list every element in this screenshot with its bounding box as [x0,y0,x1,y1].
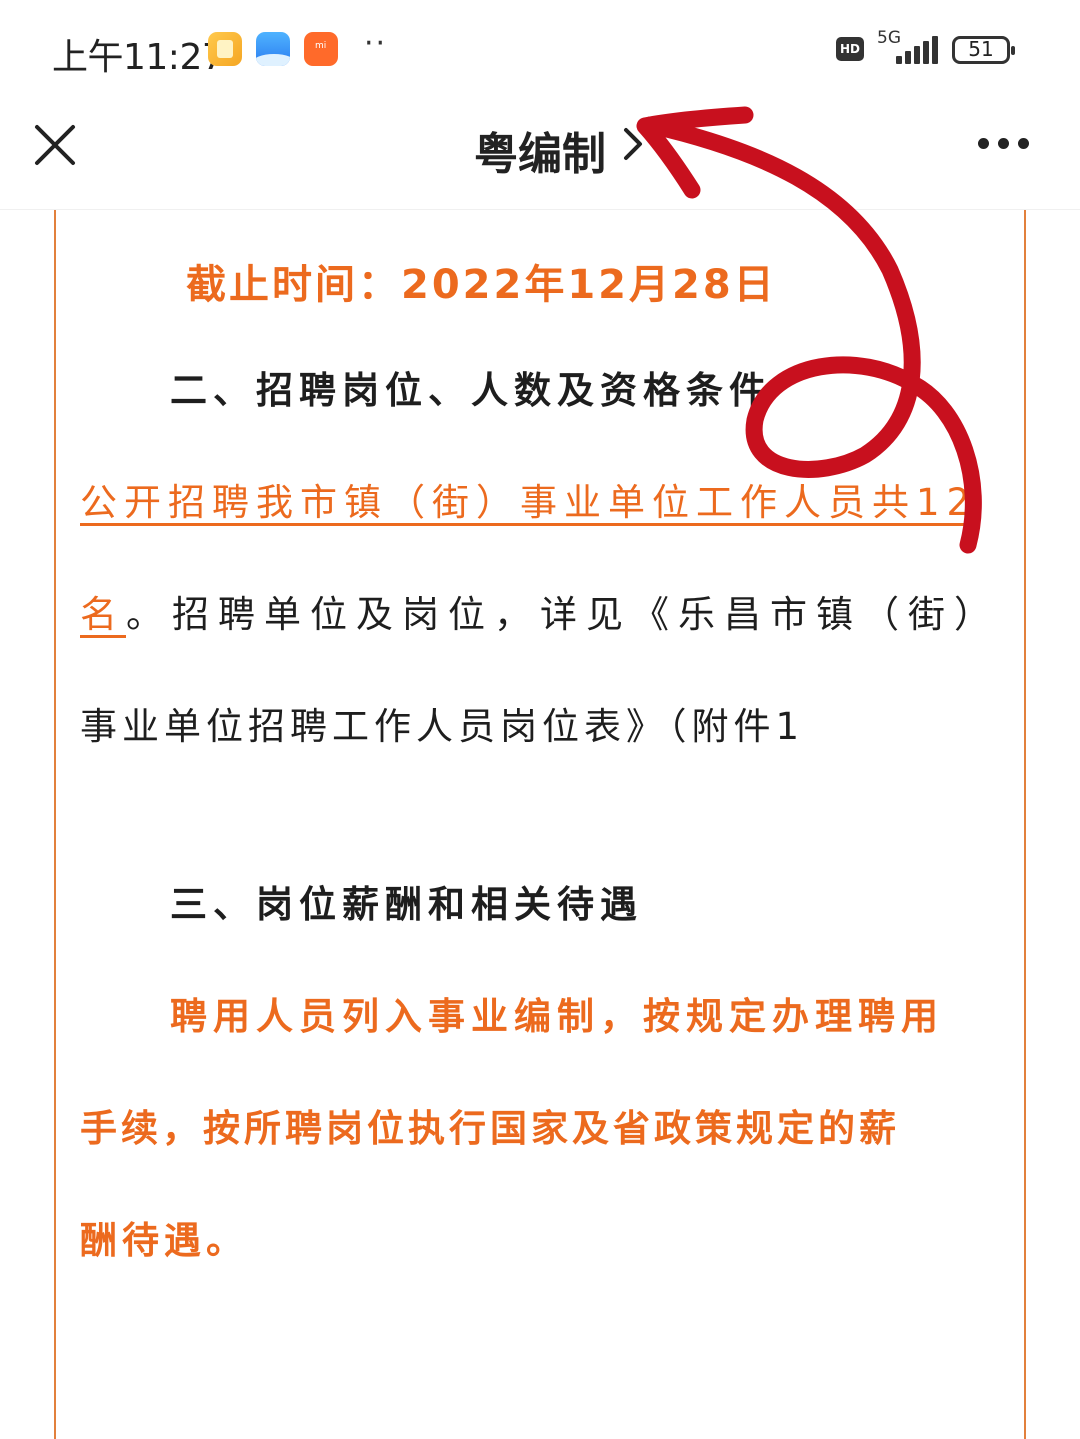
close-icon[interactable] [34,124,76,166]
recruitment-count-link-cont[interactable]: 名 [80,593,126,636]
para1-line2: 名。招聘单位及岗位，详见《乐昌市镇（街） [80,584,1000,638]
para2-line3: 酬待遇。 [80,1219,248,1262]
section3-heading: 三、岗位薪酬和相关待遇 [170,883,643,926]
gallery-app-icon [256,32,290,66]
battery-icon: 51 [952,36,1015,64]
mi-store-app-icon [304,32,338,66]
recruitment-count-link[interactable]: 公开招聘我市镇（街）事业单位工作人员共12 [80,481,977,524]
account-name-title[interactable]: 粤编制 [474,118,606,182]
more-notifications-icon: ·· [364,26,388,61]
chevron-right-icon[interactable] [620,126,646,162]
para2-line1: 聘用人员列入事业编制，按规定办理聘用 [170,995,944,1038]
article-body: 截止时间：2022年12月28日 二、招聘岗位、人数及资格条件 公开招聘我市镇（… [0,210,1080,1439]
notes-app-icon [208,32,242,66]
status-time: 上午11:27 [52,37,225,78]
status-bar: 上午11:27 ·· HD 5G 51 [0,0,1080,100]
content-border-left [54,210,56,1439]
signal-icon [892,36,938,64]
nav-bar: 粤编制 [0,100,1080,210]
para1-line2-text: 。招聘单位及岗位，详见《乐昌市镇（街） [126,593,1000,636]
more-icon[interactable] [978,138,1030,152]
para1-line1: 公开招聘我市镇（街）事业单位工作人员共12 [80,472,977,526]
section2-heading: 二、招聘岗位、人数及资格条件 [170,369,772,412]
content-border-right [1024,210,1026,1439]
hd-voice-icon: HD [836,37,864,61]
page: 上午11:27 ·· HD 5G 51 粤编制 [0,0,1080,1439]
para2-line2: 手续，按所聘岗位执行国家及省政策规定的薪 [80,1107,900,1150]
para1-line3: 事业单位招聘工作人员岗位表》（附件1 [80,705,805,748]
deadline-text: 截止时间：2022年12月28日 [186,262,777,308]
battery-level: 51 [968,37,994,61]
